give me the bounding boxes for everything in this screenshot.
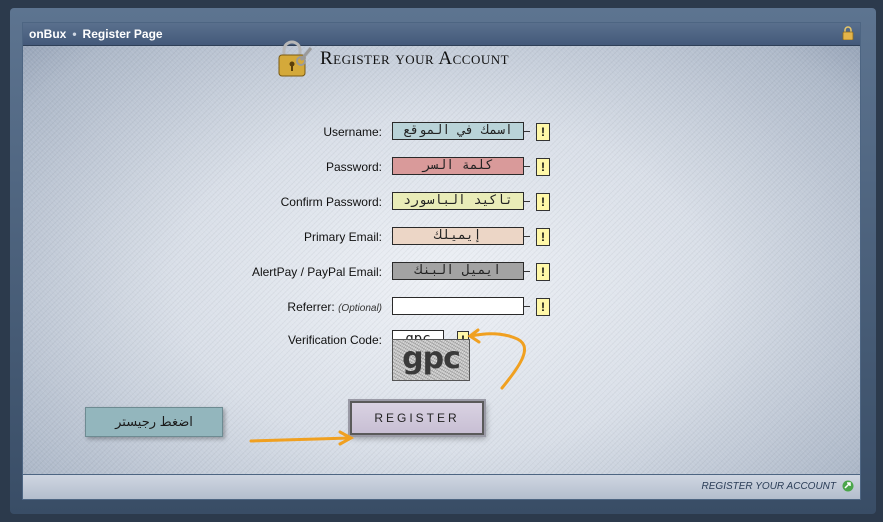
annotation-arrows <box>249 328 527 446</box>
arrow-to-register <box>249 436 352 443</box>
